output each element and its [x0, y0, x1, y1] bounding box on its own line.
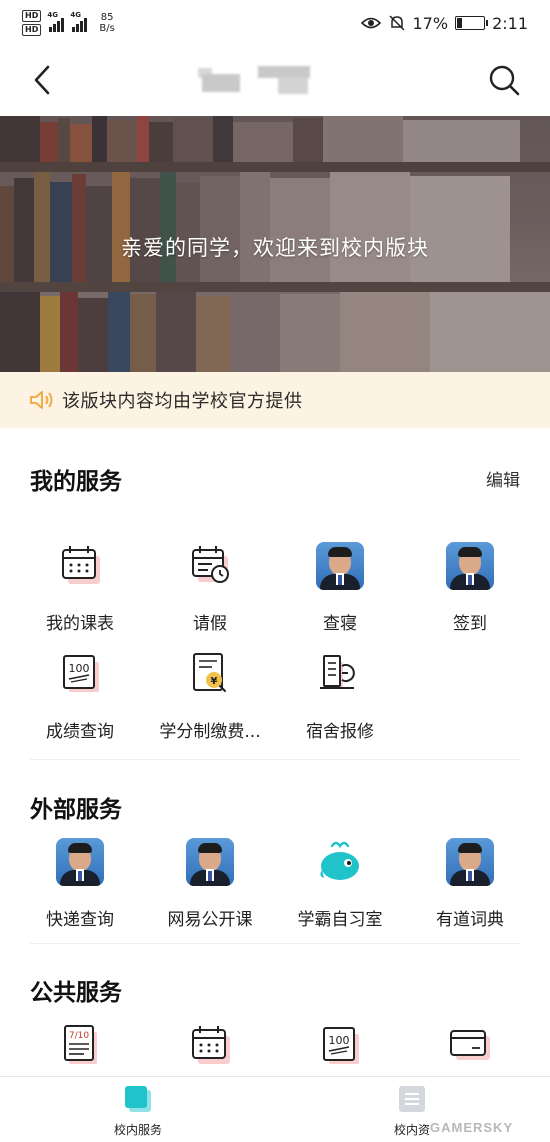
service-label: 成绩查询: [46, 722, 114, 742]
service-leave[interactable]: 请假: [145, 540, 275, 634]
public-service-item[interactable]: [405, 1020, 535, 1072]
tab-label: 校内服务: [113, 1123, 162, 1137]
gamersky-watermark: GAMERSKY: [430, 1120, 514, 1135]
tab-label: 校内资: [393, 1123, 430, 1137]
signal-icon-1: 4G: [47, 11, 65, 32]
dorm-repair-icon: [314, 648, 366, 700]
score-100-icon: 100: [314, 1020, 366, 1072]
notice-text: 该版块内容均由学校官方提供: [62, 391, 303, 412]
avatar-photo: [314, 540, 366, 592]
avatar-photo: [444, 540, 496, 592]
service-label: 快递查询: [46, 910, 114, 930]
signal-icon-2: 4G: [70, 11, 88, 32]
status-right: 17% 2:11: [360, 13, 528, 33]
hd-badge-1: HD: [22, 10, 42, 22]
service-youdao-dictionary[interactable]: 有道词典: [405, 836, 535, 930]
service-label: 网易公开课: [167, 910, 253, 930]
score-100-icon: 100: [54, 648, 106, 700]
section-title-my-services: 我的服务: [30, 469, 122, 495]
calendar-page-icon: 7/10: [54, 1020, 106, 1072]
leave-calendar-clock-icon: [184, 540, 236, 592]
svg-text:¥: ¥: [211, 676, 218, 687]
service-express-query[interactable]: 快递查询: [15, 836, 145, 930]
yen-payment-icon: ¥: [184, 648, 236, 700]
nav-header: [0, 46, 550, 116]
public-service-item[interactable]: 100: [275, 1020, 405, 1072]
network-type-1: 4G: [47, 11, 58, 19]
school-service-tab-icon: [125, 1086, 151, 1112]
clock: 2:11: [492, 13, 528, 33]
svg-text:100: 100: [329, 1034, 350, 1047]
service-label: 宿舍报修: [306, 722, 374, 742]
service-label: 查寝: [323, 614, 357, 634]
eye-icon: [360, 17, 381, 29]
service-sign-in[interactable]: 签到: [405, 540, 535, 634]
service-label: 学霸自习室: [297, 910, 383, 930]
service-dorm-check[interactable]: 查寝: [275, 540, 405, 634]
public-service-item[interactable]: [145, 1020, 275, 1072]
service-label: 请假: [193, 614, 227, 634]
page-number-label: 7/10: [69, 1031, 89, 1041]
battery-icon: [455, 16, 489, 30]
service-label: 学分制缴费...: [159, 722, 261, 742]
service-label: 签到: [453, 614, 487, 634]
tab-school-service[interactable]: 校内服务: [78, 1083, 198, 1138]
school-info-tab-icon: [399, 1086, 425, 1112]
service-dorm-repair[interactable]: 宿舍报修: [275, 648, 405, 742]
service-score-query[interactable]: 100 成绩查询: [15, 648, 145, 742]
svg-text:100: 100: [69, 662, 90, 675]
service-my-schedule[interactable]: 我的课表: [15, 540, 145, 634]
network-speed: 85 B/s: [99, 12, 114, 34]
service-study-room[interactable]: 学霸自习室: [275, 836, 405, 930]
avatar-photo: [184, 836, 236, 888]
speed-unit: B/s: [99, 23, 115, 34]
service-label: 有道词典: [436, 910, 504, 930]
battery-percent: 17%: [412, 13, 449, 33]
status-bar: HD HD 4G 4G 85 B/s 17% 2:11: [0, 0, 550, 46]
card-icon: [444, 1020, 496, 1072]
back-arrow-icon[interactable]: [26, 62, 62, 98]
service-netease-open-course[interactable]: 网易公开课: [145, 836, 275, 930]
speaker-icon: [30, 391, 53, 409]
whale-icon: [314, 836, 366, 888]
status-left: HD HD 4G 4G 85 B/s: [22, 10, 115, 36]
welcome-banner: 亲爱的同学，欢迎来到校内版块: [0, 116, 550, 372]
edit-button[interactable]: 编辑: [486, 466, 520, 491]
speed-value: 85: [100, 12, 114, 23]
calendar-icon: [54, 540, 106, 592]
public-service-item[interactable]: 7/10: [15, 1020, 145, 1072]
section-title-external-services: 外部服务: [30, 797, 122, 823]
banner-welcome-text: 亲爱的同学，欢迎来到校内版块: [121, 236, 429, 260]
section-divider: [30, 759, 520, 760]
hd-indicators: HD HD: [22, 10, 42, 36]
blurred-title: [198, 66, 318, 96]
notice-bar: 该版块内容均由学校官方提供: [0, 372, 550, 428]
avatar-photo: [444, 836, 496, 888]
search-icon[interactable]: [486, 62, 522, 98]
hd-badge-2: HD: [22, 24, 42, 36]
service-credit-payment[interactable]: ¥ 学分制缴费...: [145, 648, 275, 742]
section-divider: [30, 943, 520, 944]
calendar-icon: [184, 1020, 236, 1072]
network-type-2: 4G: [70, 11, 81, 19]
section-title-public-services: 公共服务: [30, 980, 122, 1006]
avatar-photo: [54, 836, 106, 888]
service-label: 我的课表: [46, 614, 114, 634]
mute-bell-icon: [388, 15, 405, 31]
